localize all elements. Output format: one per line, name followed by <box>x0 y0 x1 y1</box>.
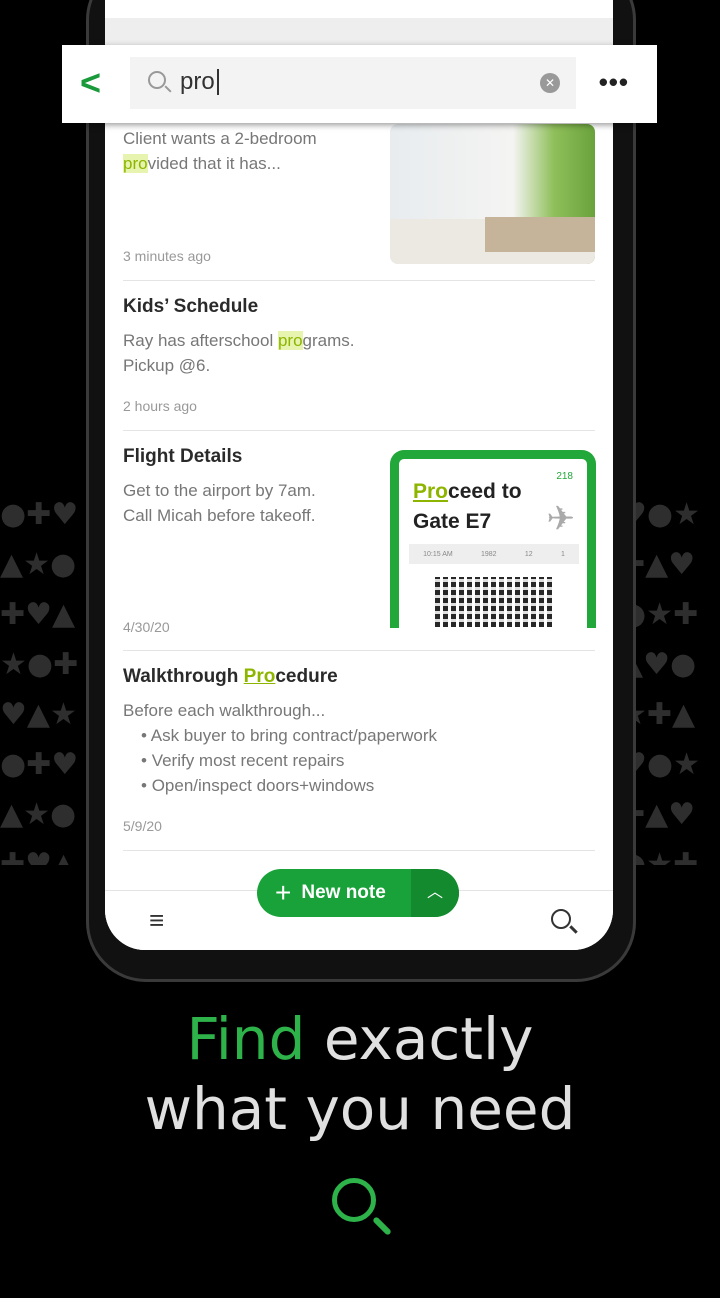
pass-text: Gate E7 <box>413 510 492 533</box>
note-body: Ray has afterschool <box>123 331 278 350</box>
note-body: Client wants a 2-bedroom <box>123 129 317 148</box>
note-item[interactable]: Walkthrough Procedure Before each walkth… <box>123 651 595 851</box>
note-date: 4/30/20 <box>123 619 170 635</box>
note-title-text: Walkthrough <box>123 666 244 687</box>
match-highlight: pro <box>277 331 303 350</box>
note-item[interactable]: Client wants a 2-bedroom provided that it… <box>123 124 595 281</box>
match-highlight: Pro <box>413 480 449 503</box>
note-body: Before each walkthrough... <box>123 701 326 720</box>
note-date: 2 hours ago <box>123 398 197 414</box>
tagline-line2: what you need <box>144 1075 576 1143</box>
more-options-icon[interactable]: ••• <box>599 67 629 98</box>
pass-field: 12 <box>524 550 533 558</box>
note-date: 5/9/20 <box>123 818 162 834</box>
tagline-line1: Find exactly <box>0 1005 720 1073</box>
note-body: vided that it has... <box>147 154 281 173</box>
note-title-text: cedure <box>275 666 338 687</box>
phone-screen: Client wants a 2-bedroom provided that it… <box>105 0 613 950</box>
airplane-icon: ✈ <box>546 500 576 538</box>
bullet-item: Verify most recent repairs <box>151 751 345 770</box>
note-body: Call Micah before takeoff. <box>123 506 316 525</box>
search-icon <box>148 71 166 89</box>
clear-icon[interactable]: ✕ <box>540 73 560 93</box>
search-input[interactable]: pro ✕ <box>130 57 576 109</box>
note-item[interactable]: Kids’ Schedule Ray has afterschool progr… <box>123 281 595 431</box>
new-note-button[interactable]: + New note ︿ <box>257 869 459 917</box>
note-title: Walkthrough Procedure <box>123 666 595 688</box>
tagline-text: exactly <box>305 1005 534 1073</box>
back-arrow-icon[interactable]: < <box>80 63 101 103</box>
pass-fields: 10:15 AM 1982 12 1 <box>409 544 579 564</box>
match-highlight: pro <box>123 154 148 173</box>
decorative-pattern: ●✚♥▲★●✚♥▲★●✚♥▲★●✚♥▲★●✚♥▲★●✚♥▲★ <box>0 497 79 865</box>
note-item[interactable]: Flight Details Get to the airport by 7am… <box>123 431 596 651</box>
bullet-item: Ask buyer to bring contract/paperwork <box>150 726 438 745</box>
menu-icon[interactable]: ≡ <box>149 907 171 933</box>
note-body: Get to the airport by 7am. <box>123 481 316 500</box>
match-highlight: Pro <box>243 666 276 687</box>
pass-field: 1982 <box>481 550 497 558</box>
search-icon <box>332 1178 376 1222</box>
plus-icon: + <box>275 877 292 908</box>
bullet-item: Open/inspect doors+windows <box>151 776 375 795</box>
note-body: grams. <box>302 331 355 350</box>
tagline-highlight: Find <box>186 1005 306 1073</box>
search-query: pro <box>180 69 219 95</box>
note-thumbnail-room-photo <box>390 124 595 264</box>
new-note-label: New note <box>301 882 386 903</box>
search-bar: < pro ✕ ••• <box>62 45 657 123</box>
note-date: 3 minutes ago <box>123 248 211 264</box>
pass-number: 218 <box>556 471 573 482</box>
note-body: Pickup @6. <box>123 356 211 375</box>
note-title: Kids’ Schedule <box>123 296 259 317</box>
chevron-up-icon[interactable]: ︿ <box>411 869 459 917</box>
pass-field: 1 <box>560 550 565 558</box>
boarding-pass-thumbnail: Proceed to Gate E7 218 ✈ 10:15 AM 1982 12 1 <box>390 450 596 628</box>
search-icon[interactable] <box>551 909 571 929</box>
pass-field: 10:15 AM <box>423 550 453 558</box>
pass-text: ceed to <box>448 480 522 503</box>
